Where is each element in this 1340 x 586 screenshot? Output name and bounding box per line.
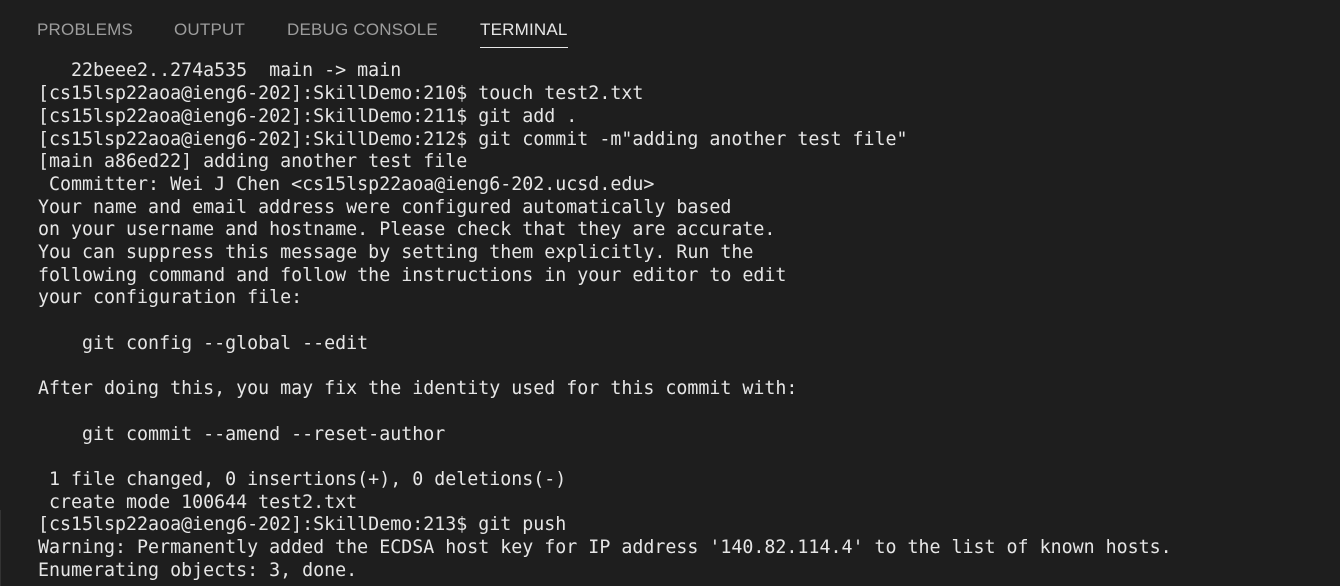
terminal-line: After doing this, you may fix the identi… (38, 378, 798, 399)
terminal-line: [cs15lsp22aoa@ieng6-202]:SkillDemo:212$ … (38, 129, 908, 150)
tab-debug-console[interactable]: DEBUG CONSOLE (287, 20, 438, 42)
terminal-line: on your username and hostname. Please ch… (38, 219, 776, 240)
tab-problems[interactable]: PROBLEMS (37, 20, 133, 42)
terminal-line: Committer: Wei J Chen <cs15lsp22aoa@ieng… (38, 174, 655, 195)
terminal-line: [main a86ed22] adding another test file (38, 151, 468, 172)
terminal-line: You can suppress this message by setting… (38, 242, 754, 263)
tab-terminal[interactable]: TERMINAL (480, 20, 568, 48)
terminal-line: [cs15lsp22aoa@ieng6-202]:SkillDemo:211$ … (38, 106, 578, 127)
tab-output[interactable]: OUTPUT (174, 20, 245, 42)
terminal-line: 1 file changed, 0 insertions(+), 0 delet… (38, 469, 567, 490)
terminal-line: [cs15lsp22aoa@ieng6-202]:SkillDemo:213$ … (38, 514, 567, 535)
terminal-line: git config --global --edit (38, 333, 369, 354)
terminal-line: Your name and email address were configu… (38, 197, 732, 218)
terminal-output[interactable]: 22beee2..274a535 main -> main [cs15lsp22… (0, 58, 1340, 586)
terminal-line: 22beee2..274a535 main -> main (38, 60, 402, 81)
terminal-line: git commit --amend --reset-author (38, 424, 446, 445)
terminal-line: create mode 100644 test2.txt (38, 492, 358, 513)
terminal-line: your configuration file: (38, 287, 303, 308)
panel-tab-bar: PROBLEMS OUTPUT DEBUG CONSOLE TERMINAL (0, 0, 1340, 58)
left-edge-divider (0, 510, 9, 586)
terminal-line: [cs15lsp22aoa@ieng6-202]:SkillDemo:210$ … (38, 83, 644, 104)
terminal-line: following command and follow the instruc… (38, 265, 787, 286)
terminal-line: Warning: Permanently added the ECDSA hos… (38, 537, 1172, 558)
terminal-line: Enumerating objects: 3, done. (38, 560, 358, 581)
